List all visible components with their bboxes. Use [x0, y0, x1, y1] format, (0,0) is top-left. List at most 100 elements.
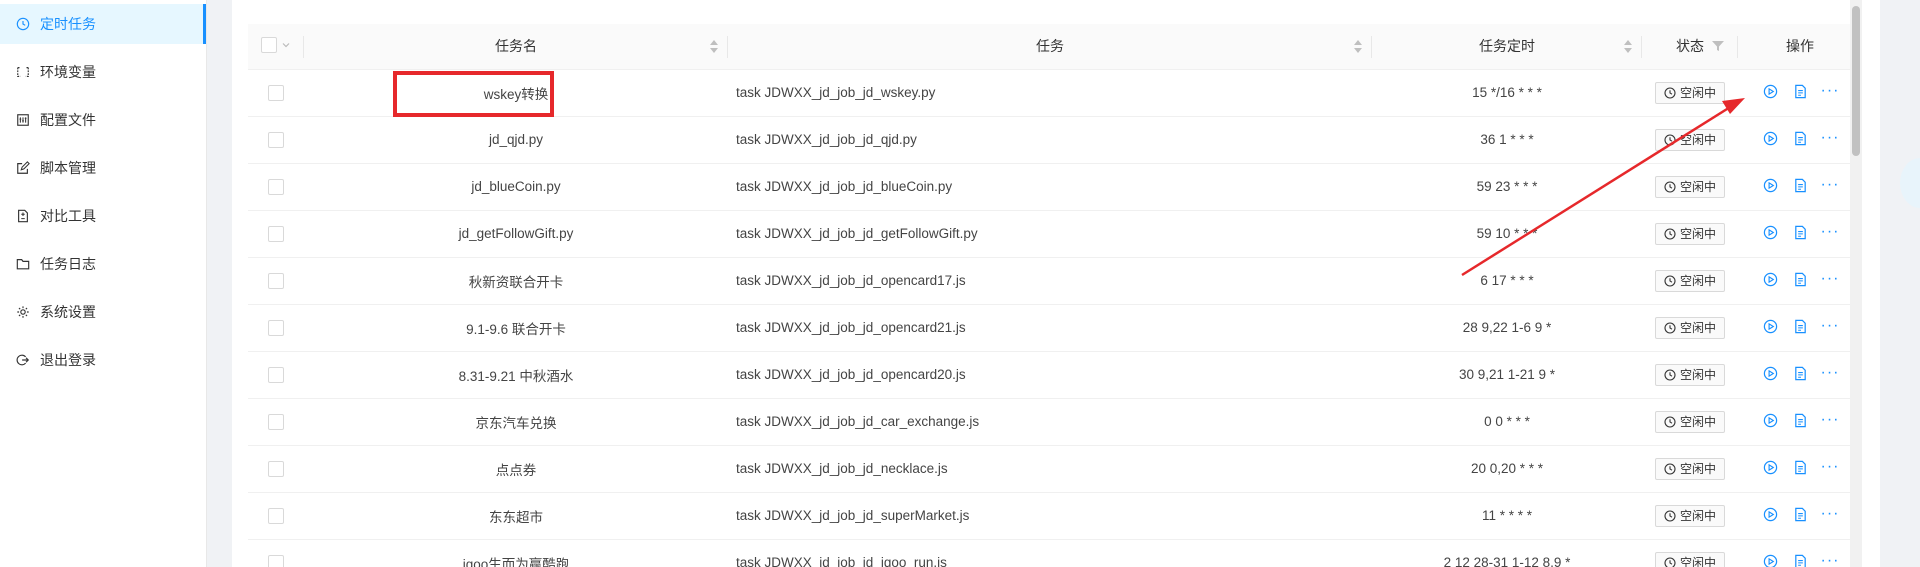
table-row: 9.1-9.6 联合开卡 task JDWXX_jd_job_jd_openca… — [248, 304, 1862, 352]
column-header-schedule[interactable]: 任务定时 — [1372, 24, 1642, 70]
sidebar-item-logout[interactable]: 退出登录 — [0, 340, 206, 380]
run-task-button[interactable] — [1762, 318, 1778, 334]
vertical-scrollbar[interactable] — [1850, 0, 1862, 567]
file-text-icon — [1794, 554, 1806, 567]
view-log-button[interactable] — [1792, 318, 1808, 334]
row-checkbox[interactable] — [268, 178, 284, 195]
sidebar-item-script-manage[interactable]: 脚本管理 — [0, 148, 206, 188]
play-circle-icon — [1763, 319, 1777, 333]
config-file-icon — [16, 113, 30, 127]
view-log-button[interactable] — [1792, 83, 1808, 99]
view-log-button[interactable] — [1792, 553, 1808, 567]
scrollbar-thumb[interactable] — [1852, 6, 1860, 156]
select-all-checkbox[interactable] — [261, 36, 277, 53]
column-header-command[interactable]: 任务 — [728, 24, 1372, 70]
sidebar-item-config-files[interactable]: 配置文件 — [0, 100, 206, 140]
play-circle-icon — [1763, 460, 1777, 474]
row-checkbox[interactable] — [268, 413, 284, 430]
task-actions-cell: ··· — [1738, 163, 1862, 211]
more-actions-button[interactable]: ··· — [1821, 224, 1839, 240]
status-badge: 空闲中 — [1654, 222, 1725, 245]
task-actions-cell: ··· — [1738, 445, 1862, 493]
task-command: task JDWXX_jd_job_jd_opencard21.js — [728, 304, 1372, 352]
run-task-button[interactable] — [1762, 271, 1778, 287]
view-log-button[interactable] — [1792, 130, 1808, 146]
run-task-button[interactable] — [1762, 177, 1778, 193]
more-actions-button[interactable]: ··· — [1821, 130, 1839, 146]
run-task-button[interactable] — [1762, 506, 1778, 522]
task-schedule: 11 * * * * — [1372, 492, 1642, 540]
run-task-button[interactable] — [1762, 365, 1778, 381]
sort-icon[interactable] — [710, 40, 718, 53]
floating-edge-widget[interactable] — [1900, 158, 1920, 208]
run-task-button[interactable] — [1762, 83, 1778, 99]
task-status-cell: 空闲中 — [1642, 257, 1738, 305]
status-badge: 空闲中 — [1654, 504, 1725, 527]
more-actions-button[interactable]: ··· — [1820, 364, 1840, 382]
run-task-button[interactable] — [1762, 553, 1778, 567]
more-actions-button[interactable]: ··· — [1821, 271, 1839, 287]
file-text-icon — [1794, 366, 1806, 380]
sort-icon[interactable] — [1354, 40, 1362, 53]
filter-icon[interactable] — [1712, 40, 1724, 52]
task-name: iqoo生而为赢酷跑 — [304, 539, 728, 567]
more-actions-button[interactable]: ··· — [1821, 412, 1839, 428]
status-badge: 空闲中 — [1654, 81, 1725, 104]
task-schedule: 36 1 * * * — [1372, 116, 1642, 164]
ellipsis-icon: ··· — [1820, 458, 1840, 476]
row-select-cell — [248, 69, 304, 117]
more-actions-button[interactable]: ··· — [1821, 553, 1839, 567]
chevron-down-icon[interactable] — [281, 40, 291, 50]
sidebar-item-diff-tool[interactable]: 对比工具 — [0, 196, 206, 236]
more-actions-button[interactable]: ··· — [1820, 458, 1840, 476]
sidebar-item-system-settings[interactable]: 系统设置 — [0, 292, 206, 332]
play-circle-icon — [1763, 366, 1777, 380]
row-checkbox[interactable] — [268, 319, 284, 336]
ellipsis-icon: ··· — [1820, 364, 1840, 382]
status-badge: 空闲中 — [1654, 551, 1725, 567]
more-actions-button[interactable]: ··· — [1821, 506, 1839, 522]
view-log-button[interactable] — [1792, 365, 1808, 381]
view-log-button[interactable] — [1792, 412, 1808, 428]
sidebar-item-env-vars[interactable]: 环境变量 — [0, 52, 206, 92]
task-actions-cell: ··· — [1738, 210, 1862, 258]
column-header-status[interactable]: 状态 — [1642, 24, 1738, 70]
more-actions-button[interactable]: ··· — [1820, 176, 1840, 194]
status-badge: 空闲中 — [1654, 410, 1725, 433]
row-checkbox[interactable] — [268, 366, 284, 383]
row-checkbox[interactable] — [268, 84, 284, 101]
ellipsis-icon: ··· — [1820, 176, 1840, 194]
column-header-name[interactable]: 任务名 — [304, 24, 728, 70]
task-name: jd_blueCoin.py — [304, 163, 728, 211]
task-name: 秋新资联合开卡 — [304, 257, 728, 305]
task-status-cell: 空闲中 — [1642, 69, 1738, 117]
view-log-button[interactable] — [1792, 177, 1808, 193]
more-actions-button[interactable]: ··· — [1821, 83, 1839, 99]
sidebar: 定时任务 环境变量 配置文件 脚本管理 对比工具 任务日志 系统设置 退出登录 — [0, 0, 207, 567]
row-checkbox[interactable] — [268, 554, 284, 567]
sidebar-item-cron-tasks[interactable]: 定时任务 — [0, 4, 206, 44]
more-actions-button[interactable]: ··· — [1821, 318, 1839, 334]
view-log-button[interactable] — [1792, 224, 1808, 240]
status-label: 空闲中 — [1679, 274, 1716, 288]
task-command: task JDWXX_jd_job_jd_opencard20.js — [728, 351, 1372, 399]
run-task-button[interactable] — [1762, 412, 1778, 428]
run-task-button[interactable] — [1762, 459, 1778, 475]
sidebar-item-label: 对比工具 — [40, 208, 96, 224]
view-log-button[interactable] — [1792, 506, 1808, 522]
view-log-button[interactable] — [1792, 271, 1808, 287]
row-checkbox[interactable] — [268, 272, 284, 289]
sidebar-item-task-logs[interactable]: 任务日志 — [0, 244, 206, 284]
task-name: 点点券 — [304, 445, 728, 493]
row-checkbox[interactable] — [268, 131, 284, 148]
row-checkbox[interactable] — [268, 225, 284, 242]
run-task-button[interactable] — [1762, 130, 1778, 146]
row-checkbox[interactable] — [268, 460, 284, 477]
table-row: 京东汽车兑换 task JDWXX_jd_job_jd_car_exchange… — [248, 398, 1862, 446]
row-checkbox[interactable] — [268, 507, 284, 524]
status-label: 空闲中 — [1679, 133, 1716, 147]
clock-icon — [1664, 462, 1676, 475]
run-task-button[interactable] — [1762, 224, 1778, 240]
view-log-button[interactable] — [1792, 459, 1808, 475]
sort-icon[interactable] — [1624, 40, 1632, 53]
